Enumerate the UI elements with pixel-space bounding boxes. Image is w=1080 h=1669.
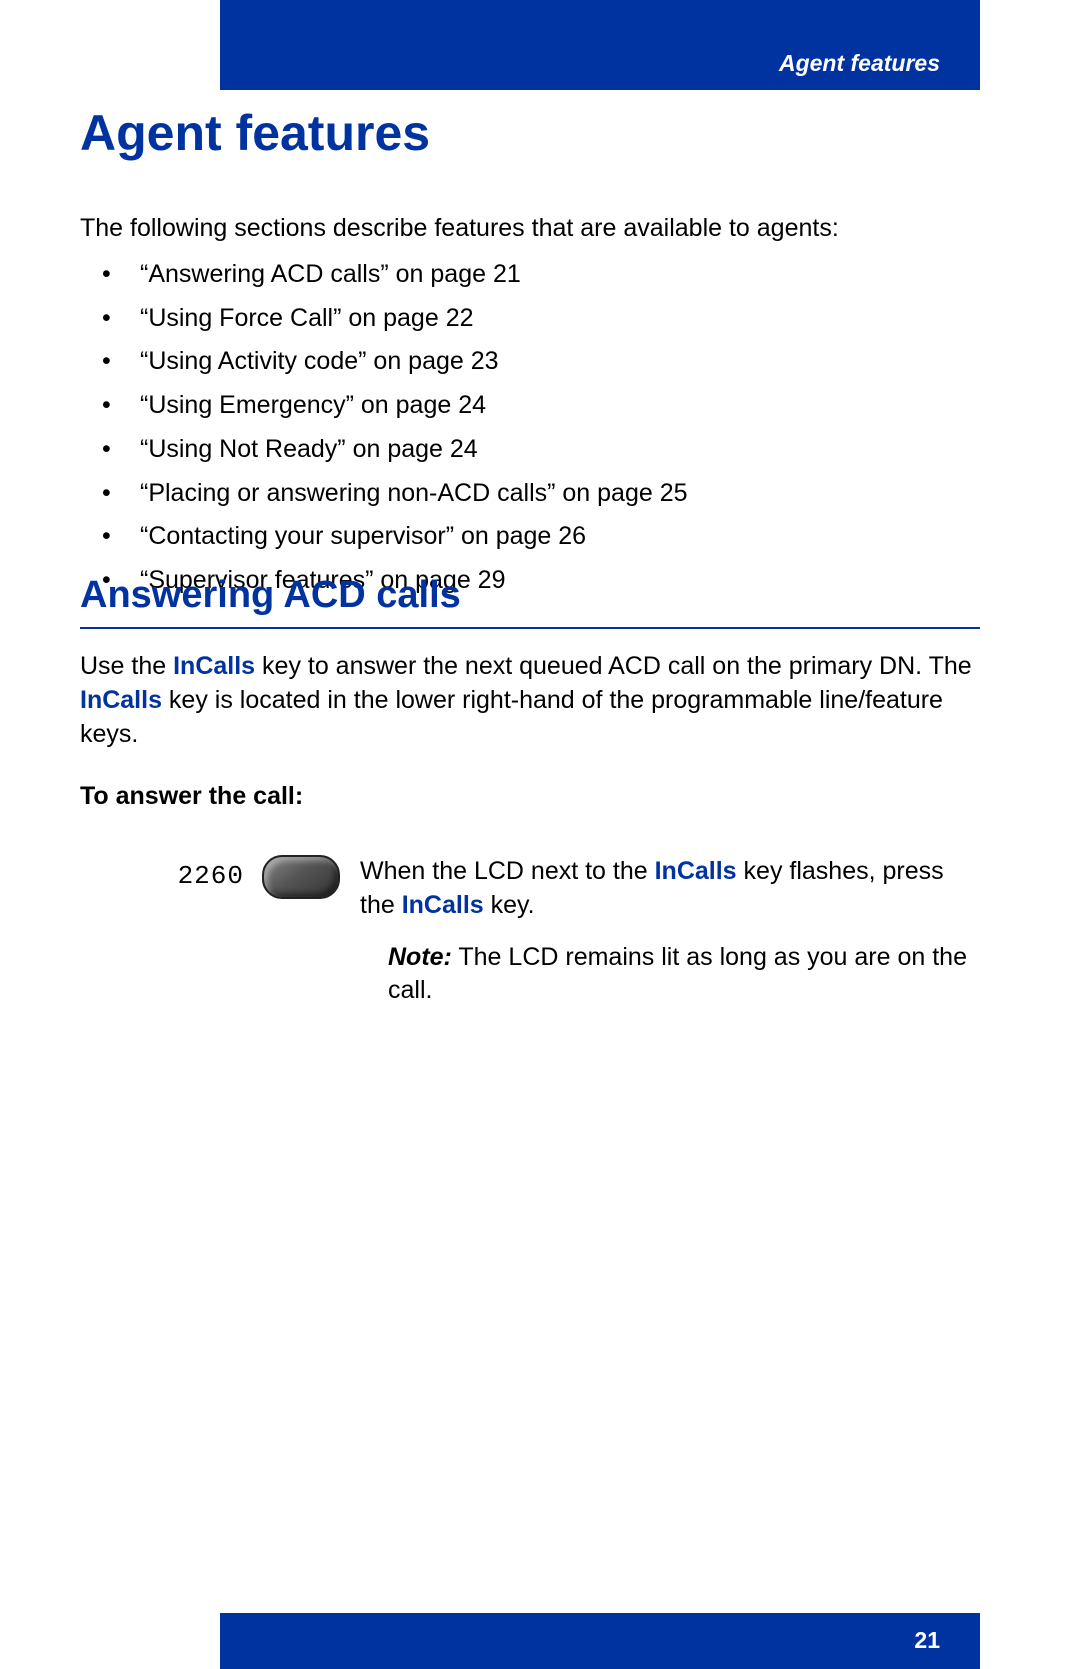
procedure-step: 2260 When the LCD next to the InCalls ke… — [80, 855, 980, 1008]
phone-button-icon — [262, 855, 340, 899]
intro-text: The following sections describe features… — [80, 212, 980, 246]
toc-item: “Contacting your supervisor” on page 26 — [80, 520, 980, 554]
running-header: Agent features — [779, 48, 940, 79]
note: Note: The LCD remains lit as long as you… — [360, 941, 980, 1009]
keyword-incalls: InCalls — [655, 857, 737, 885]
toc-item: “Using Activity code” on page 23 — [80, 345, 980, 379]
section-paragraph: Use the InCalls key to answer the next q… — [80, 650, 980, 751]
text-run: key. — [484, 891, 535, 919]
note-text: The LCD remains lit as long as you are o… — [388, 943, 967, 1005]
keyword-incalls: InCalls — [173, 652, 255, 680]
toc-item: “Using Not Ready” on page 24 — [80, 433, 980, 467]
section-heading: Answering ACD calls — [80, 570, 980, 629]
footer-bar: 21 — [220, 1613, 980, 1669]
step-text: When the LCD next to the InCalls key fla… — [360, 855, 980, 923]
toc-item: “Placing or answering non-ACD calls” on … — [80, 477, 980, 511]
text-run: key is located in the lower right-hand o… — [80, 686, 943, 748]
key-digits: 2260 — [178, 859, 244, 894]
toc-item: “Using Force Call” on page 22 — [80, 302, 980, 336]
step-body: When the LCD next to the InCalls key fla… — [360, 855, 980, 1008]
keyword-incalls: InCalls — [80, 686, 162, 714]
text-run: Use the — [80, 652, 173, 680]
text-run: When the LCD next to the — [360, 857, 655, 885]
procedure-heading: To answer the call: — [80, 780, 303, 814]
text-run: key to answer the next queued ACD call o… — [255, 652, 972, 680]
intro-block: The following sections describe features… — [80, 212, 980, 608]
toc-item: “Answering ACD calls” on page 21 — [80, 258, 980, 292]
key-illustration: 2260 — [80, 855, 360, 899]
note-label: Note: — [388, 943, 452, 971]
keyword-incalls: InCalls — [402, 891, 484, 919]
toc-item: “Using Emergency” on page 24 — [80, 389, 980, 423]
toc-list: “Answering ACD calls” on page 21 “Using … — [80, 258, 980, 598]
page-title: Agent features — [80, 100, 430, 168]
page-number: 21 — [914, 1625, 940, 1656]
header-bar: Agent features — [220, 0, 980, 90]
